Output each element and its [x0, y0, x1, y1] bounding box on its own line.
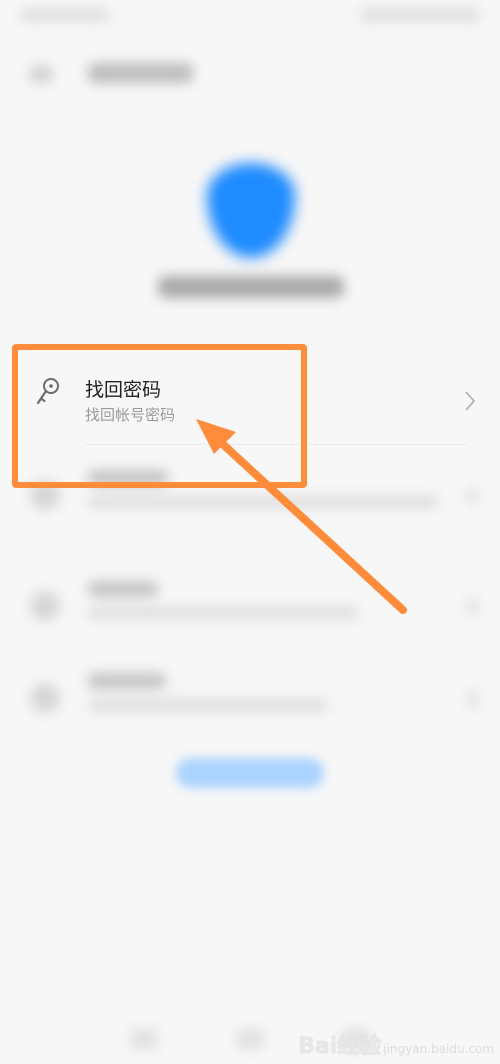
item-title	[88, 470, 168, 486]
status-bar-right	[360, 9, 480, 21]
item-icon	[30, 480, 60, 510]
chevron-right-icon	[465, 391, 476, 411]
page-header	[0, 48, 500, 98]
list-item[interactable]	[0, 655, 500, 745]
list-item[interactable]	[0, 563, 500, 653]
item-title	[88, 673, 166, 689]
page-title	[88, 63, 193, 83]
security-caption	[158, 276, 344, 298]
back-arrow-icon[interactable]	[30, 66, 52, 82]
find-password-subtitle: 找回帐号密码	[85, 406, 176, 424]
watermark: Bai经验 jingyan.baidu.com	[298, 1028, 494, 1060]
chevron-right-icon	[468, 599, 478, 615]
shield-icon	[207, 163, 295, 258]
item-subtitle	[88, 699, 328, 711]
status-bar	[0, 0, 500, 30]
divider	[85, 444, 467, 445]
list-item[interactable]	[0, 452, 500, 542]
item-title	[88, 581, 158, 597]
watermark-brand: Bai经验	[298, 1034, 382, 1059]
item-icon	[30, 683, 60, 713]
find-password-title: 找回密码	[85, 379, 162, 401]
blue-link-button[interactable]	[176, 758, 324, 788]
key-icon	[36, 378, 59, 405]
chevron-right-icon	[468, 488, 478, 504]
watermark-url: jingyan.baidu.com	[383, 1042, 494, 1056]
nav-icon[interactable]	[236, 1028, 264, 1050]
status-bar-left	[20, 9, 110, 21]
nav-icon[interactable]	[130, 1028, 158, 1050]
item-subtitle	[88, 607, 358, 619]
find-password-item[interactable]: 找回密码 找回帐号密码	[0, 345, 500, 445]
item-subtitle	[88, 496, 438, 508]
item-icon	[30, 591, 60, 621]
chevron-right-icon	[468, 691, 478, 707]
